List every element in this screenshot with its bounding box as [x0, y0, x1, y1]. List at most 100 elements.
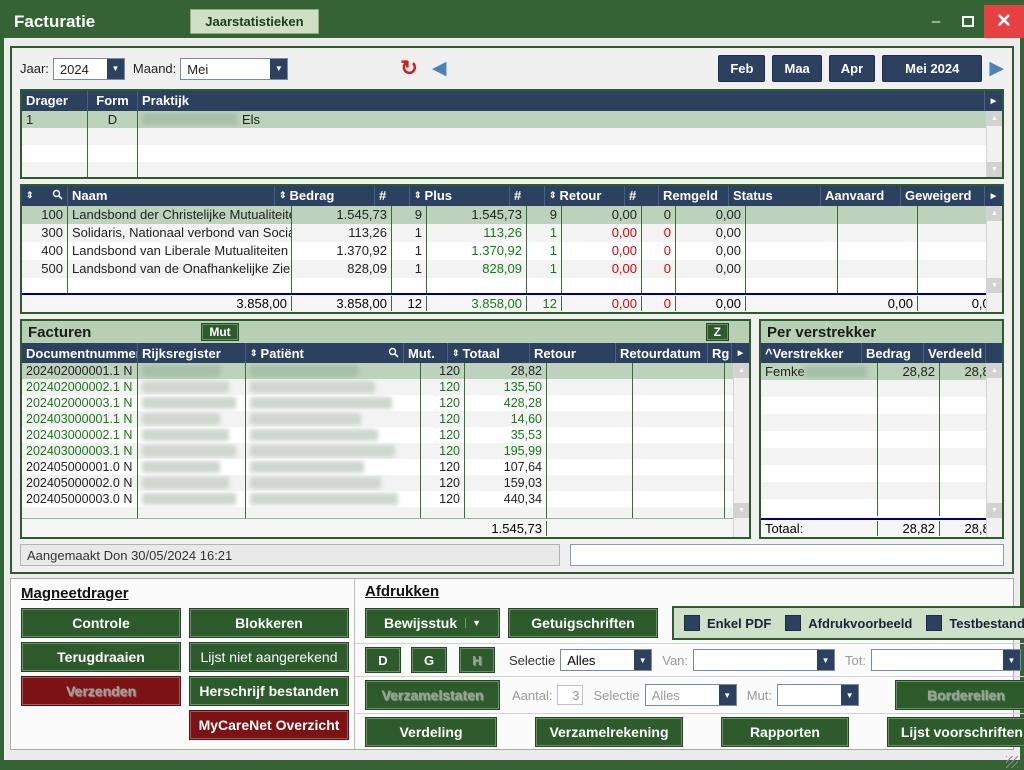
table-row[interactable] — [761, 414, 1002, 431]
controle-button[interactable]: Controle — [21, 608, 181, 638]
scroll-up-icon[interactable]: ▲ — [987, 206, 1002, 221]
bewijsstuk-button[interactable]: Bewijsstuk▼ — [365, 608, 500, 638]
geweigerd-column-header[interactable]: Geweigerd — [901, 186, 985, 206]
aanvaard-column-header[interactable]: Aanvaard — [821, 186, 901, 206]
table-row[interactable] — [761, 465, 1002, 482]
table-row[interactable] — [761, 397, 1002, 414]
documentnummer-column-header[interactable]: Documentnummer — [22, 343, 138, 363]
chevron-down-icon[interactable]: ▼ — [1003, 650, 1020, 670]
scroll-up-icon[interactable]: ▲ — [987, 363, 1002, 378]
aantal-field[interactable]: 3 — [557, 685, 583, 705]
search-icon[interactable] — [388, 346, 399, 361]
table-row[interactable] — [761, 448, 1002, 465]
table-row[interactable] — [22, 507, 749, 518]
table-row[interactable] — [22, 278, 1002, 293]
rg-column-header[interactable]: Rg — [708, 343, 732, 363]
getuigschriften-button[interactable]: Getuigschriften — [508, 608, 658, 638]
column-overflow-icon[interactable]: ▶ — [732, 343, 749, 363]
lijst-niet-aangerekend-button[interactable]: Lijst niet aangerekend — [189, 642, 349, 672]
table-row[interactable]: 202403000002.1 N12035,53 — [22, 427, 749, 443]
naam-column-header[interactable]: Naam — [68, 186, 275, 206]
table-row[interactable] — [761, 499, 1002, 516]
bedrag-column-header[interactable]: ⇕Bedrag — [275, 186, 375, 206]
scroll-up-icon[interactable]: ▲ — [734, 363, 749, 378]
table-row[interactable]: 202402000001.1 N12028,82 — [22, 363, 749, 379]
verzamelstaten-button[interactable]: Verzamelstaten — [365, 680, 500, 710]
table-row[interactable] — [761, 380, 1002, 397]
verdeeld-column-header[interactable]: Verdeeld — [924, 343, 986, 363]
table-row[interactable]: 100Landsbond der Christelijke Mutualitei… — [22, 206, 1002, 224]
checkbox[interactable] — [684, 615, 700, 631]
rijksregister-column-header[interactable]: Rijksregister — [138, 343, 246, 363]
sort-icon[interactable]: ⇕ — [26, 191, 34, 200]
patient-column-header[interactable]: ⇕Patiënt — [246, 343, 404, 363]
table-row[interactable]: 1DEls — [22, 111, 1002, 128]
mut-select[interactable]: ▼ — [777, 684, 859, 706]
table-row[interactable]: 202405000001.0 N120107,64 — [22, 459, 749, 475]
scrollbar[interactable]: ▲ ▼ — [986, 111, 1002, 177]
month-button-feb[interactable]: Feb — [718, 55, 765, 82]
table-row[interactable] — [22, 128, 1002, 145]
count-column-header[interactable]: # — [375, 186, 410, 206]
selectie2-select[interactable]: Alles ▼ — [645, 684, 737, 706]
table-row[interactable] — [22, 145, 1002, 162]
blokkeren-button[interactable]: Blokkeren — [189, 608, 349, 638]
table-row[interactable]: 300Solidaris, Nationaal verbond van Soci… — [22, 224, 1002, 242]
chevron-down-icon[interactable]: ▼ — [270, 59, 287, 79]
form-column-header[interactable]: Form — [88, 91, 138, 111]
jaar-select[interactable]: 2024 ▼ — [53, 58, 125, 80]
count-column-header[interactable]: # — [625, 186, 659, 206]
tot-select[interactable]: ▼ — [871, 649, 1021, 671]
chevron-down-icon[interactable]: ▼ — [719, 685, 736, 705]
search-icon[interactable] — [52, 188, 63, 203]
table-row[interactable]: Femke 28,8228,82 — [761, 363, 1002, 380]
bedrag-column-header[interactable]: Bedrag — [862, 343, 924, 363]
lijst-voorschriften-button[interactable]: Lijst voorschriften — [887, 717, 1024, 747]
code-column-header[interactable]: ⇕ — [22, 186, 68, 206]
h-button[interactable]: H — [459, 647, 495, 673]
resize-grip[interactable] — [1006, 756, 1018, 768]
chevron-down-icon[interactable]: ▼ — [634, 650, 651, 670]
scrollbar[interactable]: ▲ ▼ — [986, 363, 1002, 537]
scroll-down-icon[interactable]: ▼ — [987, 162, 1002, 177]
table-row[interactable] — [22, 162, 1002, 177]
chevron-down-icon[interactable]: ▼ — [465, 618, 481, 628]
verzamelrekening-button[interactable]: Verzamelrekening — [535, 717, 683, 747]
checkbox[interactable] — [785, 615, 801, 631]
retourdatum-column-header[interactable]: Retourdatum — [616, 343, 708, 363]
next-month-arrow[interactable]: ▶ — [989, 59, 1004, 78]
mut-column-header[interactable]: Mut. — [404, 343, 448, 363]
column-overflow-icon[interactable]: ▶ — [985, 91, 1002, 111]
month-button-apr[interactable]: Apr — [829, 55, 875, 82]
selectie-select[interactable]: Alles ▼ — [560, 649, 652, 671]
scrollbar[interactable]: ▲ ▼ — [986, 206, 1002, 312]
maximize-button[interactable] — [952, 9, 984, 35]
note-input[interactable] — [570, 544, 1004, 566]
herschrijf-bestanden-button[interactable]: Herschrijf bestanden — [189, 676, 349, 706]
table-row[interactable]: 202403000003.1 N120195,99 — [22, 443, 749, 459]
month-button-maa[interactable]: Maa — [772, 55, 821, 82]
table-row[interactable]: 400Landsbond van Liberale Mutualiteiten1… — [22, 242, 1002, 260]
checkbox[interactable] — [926, 615, 942, 631]
terugdraaien-button[interactable]: Terugdraaien — [21, 642, 181, 672]
table-row[interactable]: 202405000003.0 N120440,34 — [22, 491, 749, 507]
chevron-down-icon[interactable]: ▼ — [841, 685, 858, 705]
van-select[interactable]: ▼ — [693, 649, 835, 671]
mut-button[interactable]: Mut — [201, 323, 238, 341]
count-column-header[interactable]: # — [510, 186, 545, 206]
retour-column-header[interactable]: Retour — [530, 343, 616, 363]
borderellen-button[interactable]: Borderellen — [895, 680, 1024, 710]
tab-jaarstatistieken[interactable]: Jaarstatistieken — [190, 9, 318, 34]
verstrekker-column-header[interactable]: ^Verstrekker — [761, 343, 862, 363]
verdeling-button[interactable]: Verdeling — [365, 717, 497, 747]
refresh-icon[interactable]: ↻ — [400, 58, 418, 79]
chevron-down-icon[interactable]: ▼ — [107, 59, 124, 79]
table-row[interactable]: 202402000002.1 N120135,50 — [22, 379, 749, 395]
scroll-up-icon[interactable]: ▲ — [987, 111, 1002, 126]
z-button[interactable]: Z — [706, 323, 729, 341]
maand-select[interactable]: Mei ▼ — [180, 58, 288, 80]
remgeld-column-header[interactable]: Remgeld — [659, 186, 729, 206]
table-row[interactable]: 202405000002.0 N120159,03 — [22, 475, 749, 491]
table-row[interactable]: 202403000001.1 N12014,60 — [22, 411, 749, 427]
prev-month-arrow[interactable]: ◀ — [432, 59, 447, 78]
